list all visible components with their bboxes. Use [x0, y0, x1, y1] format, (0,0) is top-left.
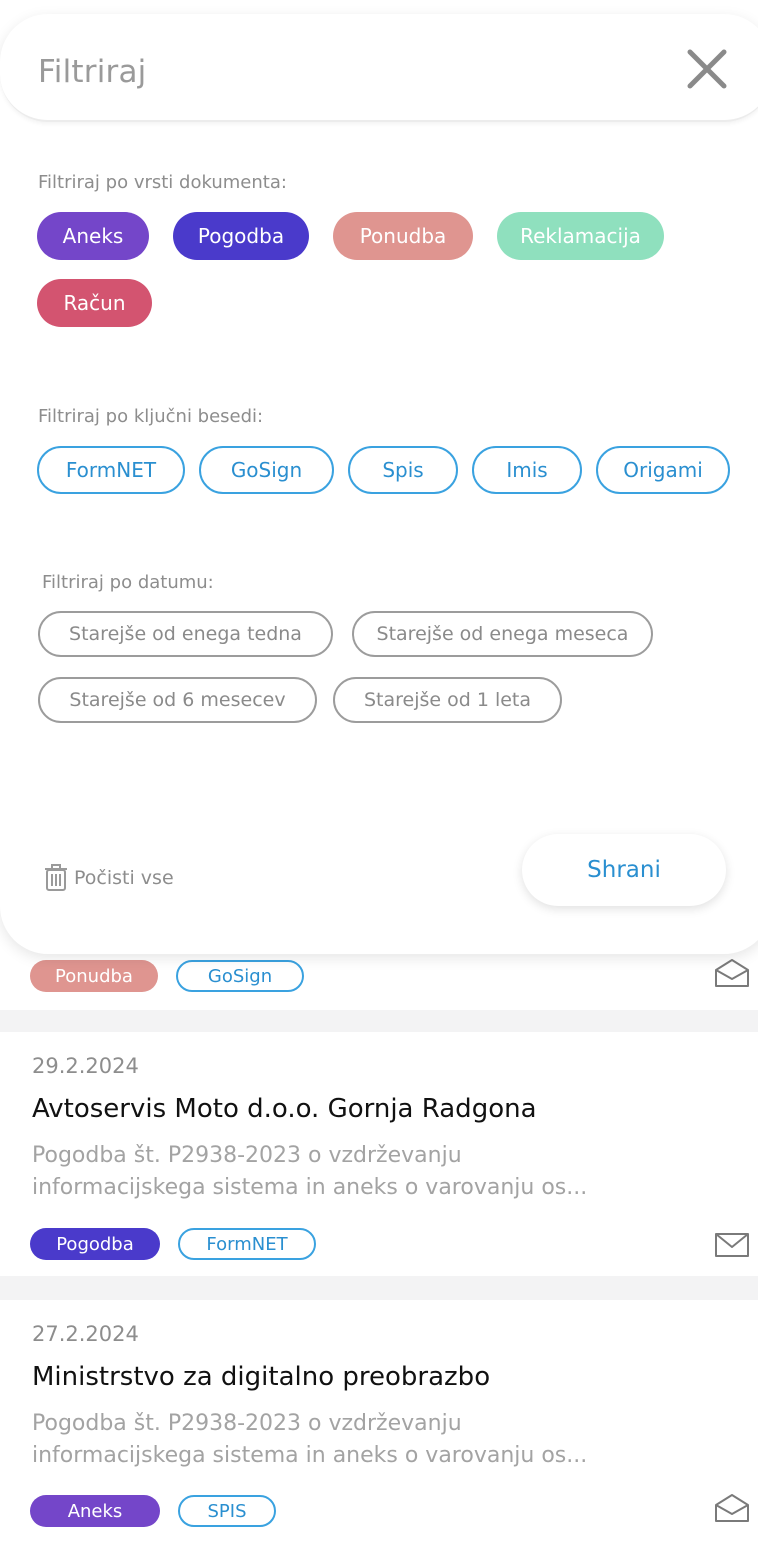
card-description: Pogodba št. P2938-2023 o vzdrževanju inf… — [32, 1408, 732, 1472]
filter-header: Filtriraj — [0, 14, 758, 122]
mail-closed-icon[interactable] — [714, 1230, 750, 1260]
chip-date-6-months[interactable]: Starejše od 6 mesecev — [38, 677, 317, 723]
save-button[interactable]: Shrani — [522, 834, 726, 906]
filter-title: Filtriraj — [38, 54, 147, 90]
chip-keyword-gosign[interactable]: GoSign — [199, 446, 334, 494]
card-tags: Aneks SPIS — [30, 1495, 276, 1527]
mail-open-icon[interactable] — [714, 1493, 750, 1523]
card-description: Pogodba št. P2938-2023 o vzdrževanju inf… — [32, 1140, 732, 1204]
filter-panel: Filtriraj Filtriraj po vrsti dokumenta: … — [0, 14, 758, 954]
keyword-label: Filtriraj po ključni besedi: — [38, 406, 264, 427]
card-description-line: informacijskega sistema in aneks o varov… — [32, 1443, 588, 1468]
date-label: Filtriraj po datumu: — [42, 572, 214, 593]
document-card[interactable]: 27.2.2024 Ministrstvo za digitalno preob… — [0, 1300, 758, 1546]
card-description-line: Pogodba št. P2938-2023 o vzdrževanju — [32, 1143, 462, 1168]
tag-doc-type: Ponudba — [30, 960, 158, 992]
doc-type-label: Filtriraj po vrsti dokumenta: — [38, 172, 287, 193]
chip-keyword-formnet[interactable]: FormNET — [37, 446, 185, 494]
chip-doc-type-ponudba[interactable]: Ponudba — [333, 212, 473, 260]
chip-doc-type-reklamacija[interactable]: Reklamacija — [497, 212, 664, 260]
card-date: 29.2.2024 — [32, 1054, 139, 1078]
card-description-line: informacijskega sistema in aneks o varov… — [32, 1175, 588, 1200]
mail-open-icon[interactable] — [714, 958, 750, 988]
close-button[interactable] — [684, 46, 730, 92]
clear-all-label: Počisti vse — [74, 867, 174, 889]
chip-doc-type-aneks[interactable]: Aneks — [37, 212, 149, 260]
chip-keyword-spis[interactable]: Spis — [348, 446, 458, 494]
chip-date-month[interactable]: Starejše od enega meseca — [352, 611, 653, 657]
chip-doc-type-pogodba[interactable]: Pogodba — [173, 212, 309, 260]
tag-doc-type: Aneks — [30, 1495, 160, 1527]
card-tags: Ponudba GoSign — [30, 960, 304, 992]
card-title: Ministrstvo za digitalno preobrazbo — [32, 1362, 491, 1392]
trash-icon — [45, 864, 67, 891]
tag-keyword: FormNET — [178, 1228, 316, 1260]
card-description-line: Pogodba št. P2938-2023 o vzdrževanju — [32, 1411, 462, 1436]
card-date: 27.2.2024 — [32, 1322, 139, 1346]
tag-doc-type: Pogodba — [30, 1228, 160, 1260]
close-icon — [687, 49, 727, 89]
tag-keyword: GoSign — [176, 960, 304, 992]
chip-date-week[interactable]: Starejše od enega tedna — [38, 611, 333, 657]
clear-all-button[interactable]: Počisti vse — [44, 864, 174, 892]
card-title: Avtoservis Moto d.o.o. Gornja Radgona — [32, 1094, 537, 1124]
document-card[interactable]: 29.2.2024 Avtoservis Moto d.o.o. Gornja … — [0, 1032, 758, 1276]
chip-keyword-origami[interactable]: Origami — [596, 446, 730, 494]
tag-keyword: SPIS — [178, 1495, 276, 1527]
chip-doc-type-racun[interactable]: Račun — [37, 279, 152, 327]
chip-keyword-imis[interactable]: Imis — [472, 446, 582, 494]
chip-date-1-year[interactable]: Starejše od 1 leta — [333, 677, 562, 723]
card-tags: Pogodba FormNET — [30, 1228, 316, 1260]
